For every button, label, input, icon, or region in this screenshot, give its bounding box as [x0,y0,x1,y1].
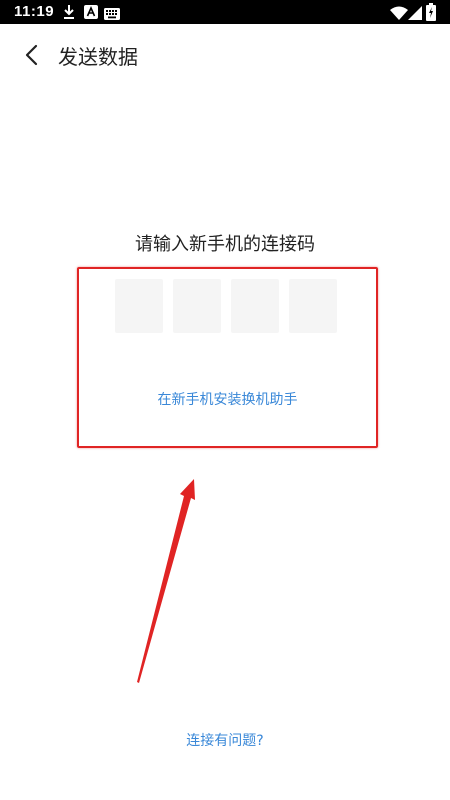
status-time: 11:19 [14,3,55,20]
chevron-left-icon [24,44,38,70]
header-bar: 发送数据 [0,24,450,88]
install-assistant-link[interactable]: 在新手机安装换机助手 [79,390,376,410]
page-title: 发送数据 [58,45,138,69]
keyboard-icon [104,5,120,24]
back-button[interactable] [14,40,48,74]
a-square-icon [84,4,98,23]
signal-icon [408,5,422,24]
battery-icon [426,3,436,25]
code-digit-4[interactable] [289,279,337,333]
status-bar: 11:19 [0,0,450,24]
code-digit-2[interactable] [173,279,221,333]
download-icon [62,4,76,24]
code-digit-1[interactable] [115,279,163,333]
code-input-group[interactable] [115,279,337,333]
code-digit-3[interactable] [231,279,279,333]
connection-help-link[interactable]: 连接有问题? [0,731,450,751]
connection-code-prompt: 请输入新手机的连接码 [135,234,315,255]
code-entry-panel: 在新手机安装换机助手 [77,267,378,448]
wifi-icon [390,5,408,24]
